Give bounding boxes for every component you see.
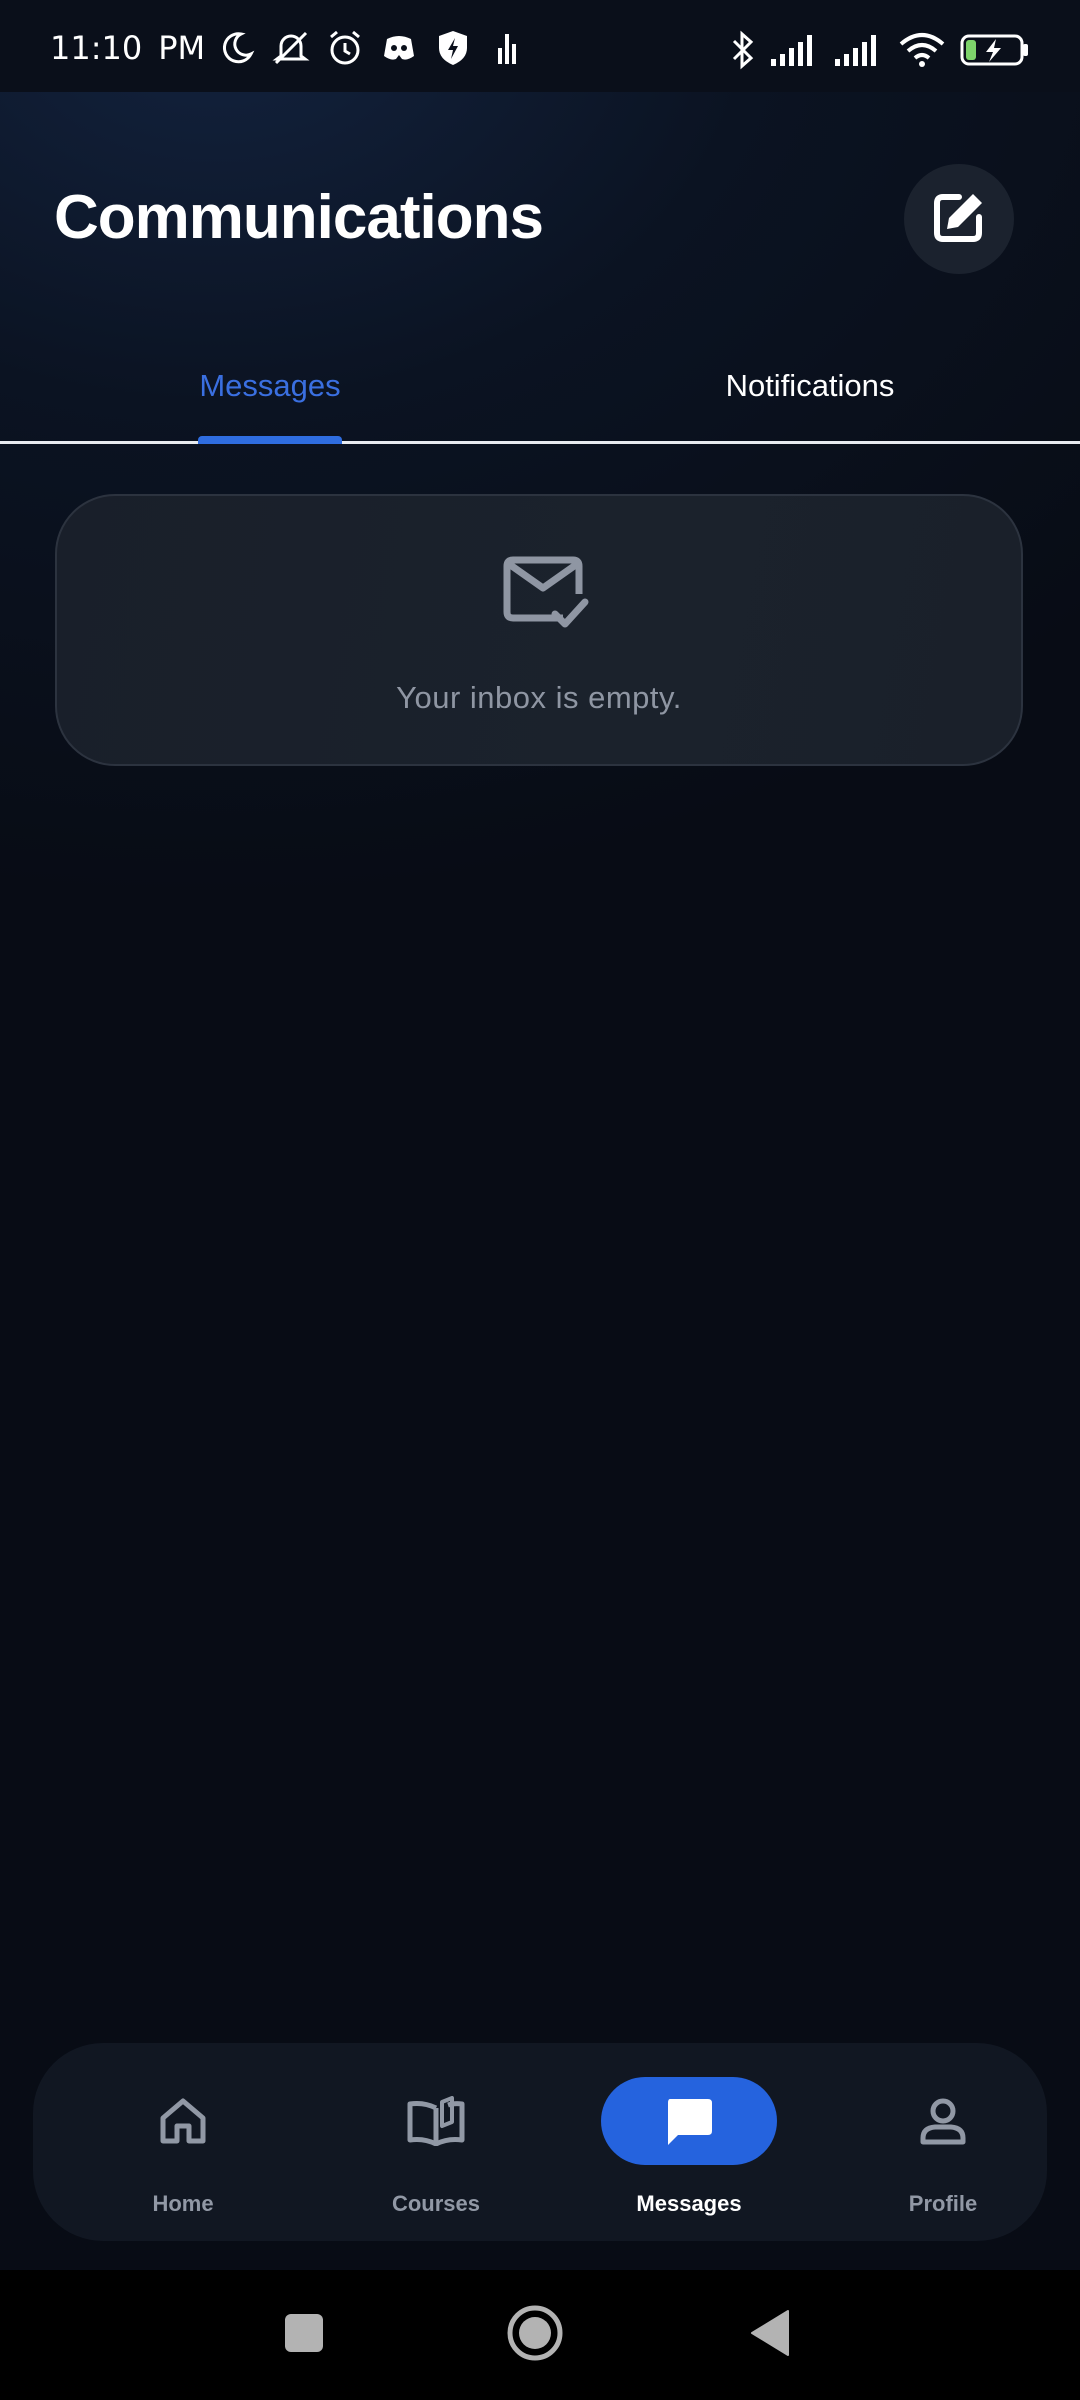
bluetooth-icon [730,30,756,75]
tab-divider [0,441,1080,444]
status-bar: 11:10 PM [0,0,1080,92]
back-button[interactable] [710,2270,830,2400]
tab-messages[interactable]: Messages [0,340,540,442]
triangle-back-icon [748,2309,792,2362]
status-time: 11:10 [50,29,143,67]
nav-label-profile: Profile [908,2191,978,2216]
status-right [730,30,1030,74]
mute-icon [269,26,313,70]
edit-icon [933,191,985,248]
nav-label-home: Home [152,2191,214,2216]
shield-icon [431,26,475,70]
tab-bar: Messages Notifications [0,340,1080,444]
status-left: 11:10 PM [50,26,529,70]
recents-button[interactable] [244,2270,364,2400]
person-icon [855,2077,1031,2165]
bars-icon [485,26,529,70]
battery-charging-icon [960,33,1030,72]
signal-icon [834,33,884,72]
discord-icon [377,26,421,70]
home-button[interactable] [475,2270,595,2400]
chat-icon [601,2077,777,2165]
page-title: Communications [54,183,544,252]
empty-state-card: Your inbox is empty. [55,494,1023,766]
bottom-nav: Home Courses Messages Profile [33,2043,1047,2241]
nav-item-home[interactable]: Home [73,2043,293,2241]
system-nav-bar [0,2270,1080,2400]
wifi-icon [898,32,946,73]
nav-item-profile[interactable]: Profile [833,2043,1053,2241]
square-icon [283,2312,325,2359]
nav-item-courses[interactable]: Courses [326,2043,546,2241]
nav-label-messages: Messages [636,2191,742,2216]
book-icon [348,2077,524,2165]
nav-item-messages[interactable]: Messages [579,2043,799,2241]
tab-notifications[interactable]: Notifications [540,340,1080,442]
home-icon [95,2077,271,2165]
alarm-icon [323,26,367,70]
empty-state-text: Your inbox is empty. [396,680,682,715]
nav-label-courses: Courses [391,2191,481,2216]
circle-icon [506,2304,564,2367]
mail-check-icon [501,554,591,634]
compose-button[interactable] [904,164,1014,274]
tab-indicator [198,436,342,444]
signal-icon [770,33,820,72]
moon-icon [215,26,259,70]
status-ampm: PM [158,29,206,67]
